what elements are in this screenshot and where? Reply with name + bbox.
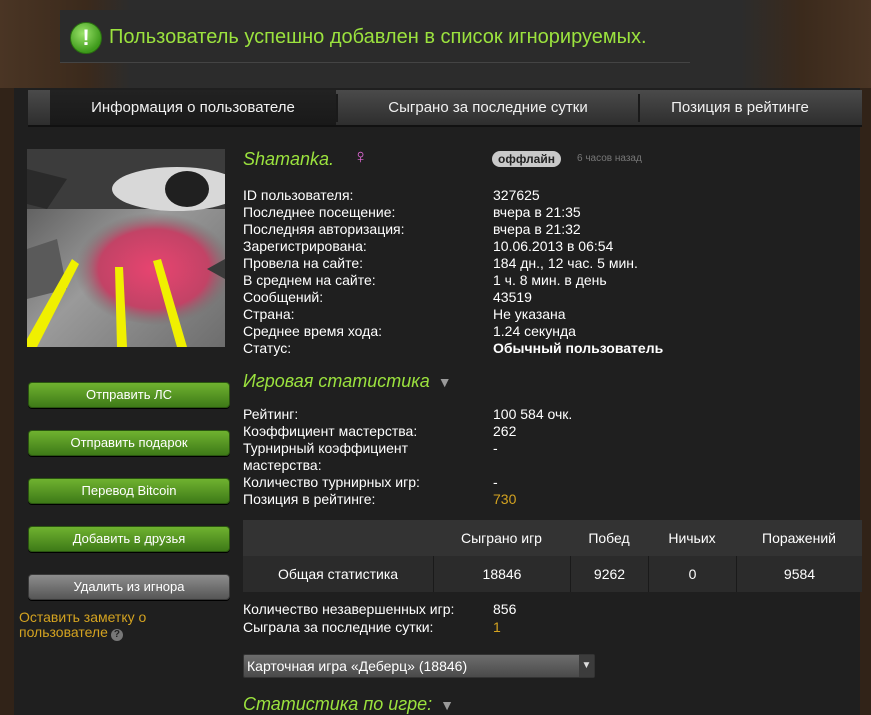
info-row: Зарегистрирована: 10.06.2013 в 06:54: [243, 238, 843, 255]
info-label: Провела на сайте:: [243, 255, 364, 271]
table-cell: 0: [648, 556, 736, 592]
exclamation-icon: !: [70, 22, 102, 54]
send-pm-button[interactable]: Отправить ЛС: [28, 382, 230, 408]
stat-label: Рейтинг:: [243, 406, 299, 422]
add-friend-button[interactable]: Добавить в друзья: [28, 526, 230, 552]
triangle-down-icon: ▼: [440, 697, 455, 713]
per-game-stats-title: Статистика по игре:: [243, 694, 433, 714]
success-notice: ! Пользователь успешно добавлен в список…: [60, 10, 690, 63]
info-label: Последнее посещение:: [243, 204, 396, 220]
info-value: 10.06.2013 в 06:54: [493, 238, 614, 254]
info-value: 1 ч. 8 мин. в день: [493, 272, 607, 288]
rating-position-link[interactable]: 730: [493, 491, 516, 507]
stat-label: Количество турнирных игр:: [243, 474, 420, 490]
game-select-value: Карточная игра «Деберц» (18846): [247, 658, 468, 674]
info-value: Обычный пользователь: [493, 340, 664, 356]
table-header: Сыграно игр Побед Ничьих Поражений: [243, 520, 862, 556]
info-row: Сообщений: 43519: [243, 289, 843, 306]
stat-row: Количество турнирных игр: -: [243, 474, 843, 491]
bitcoin-transfer-button[interactable]: Перевод Bitcoin: [28, 478, 230, 504]
info-value: 327625: [493, 187, 540, 203]
stat-value: 262: [493, 423, 517, 439]
stat-row: Позиция в рейтинге: 730: [243, 491, 843, 508]
per-game-stats-toggle[interactable]: Статистика по игре: ▼: [243, 694, 454, 715]
status-badge: оффлайн: [492, 151, 561, 167]
female-icon: ♀: [353, 146, 368, 168]
avatar: [27, 149, 225, 347]
stat-value: -: [493, 474, 498, 490]
info-row: В среднем на сайте: 1 ч. 8 мин. в день: [243, 272, 843, 289]
profile-tabs: Информация о пользователе Сыграно за пос…: [28, 90, 862, 127]
username: Shamanka.: [243, 149, 335, 169]
profile-panel: Информация о пользователе Сыграно за пос…: [0, 88, 871, 715]
send-gift-button[interactable]: Отправить подарок: [28, 430, 230, 456]
extra-row: Количество незавершенных игр: 856: [243, 601, 843, 618]
stat-label: Коэффициент мастерства:: [243, 423, 418, 439]
game-stats-title: Игровая статистика: [243, 371, 430, 391]
info-row: Статус: Обычный пользователь: [243, 340, 843, 357]
info-label: Статус:: [243, 340, 292, 356]
info-label: ID пользователя:: [243, 187, 354, 203]
extra-label: Сыграла за последние сутки:: [243, 619, 434, 635]
info-value: вчера в 21:32: [493, 221, 581, 237]
stat-row: Рейтинг: 100 584 очк.: [243, 406, 843, 423]
table-row: Общая статистика 18846 9262 0 9584: [243, 556, 862, 592]
table-header-cell: Поражений: [762, 530, 836, 546]
table-cell: 9262: [570, 556, 648, 592]
table-header-cell: Сыграно игр: [461, 530, 542, 546]
info-value: 43519: [493, 289, 532, 305]
info-value: Не указана: [493, 306, 566, 322]
info-label: В среднем на сайте:: [243, 272, 376, 288]
info-row: Среднее время хода: 1.24 секунда: [243, 323, 843, 340]
info-label: Последняя авторизация:: [243, 221, 405, 237]
table-header-cell: Ничьих: [668, 530, 716, 546]
info-row: ID пользователя: 327625: [243, 187, 843, 204]
stat-row: Коэффициент мастерства: 262: [243, 423, 843, 440]
info-row: Последнее посещение: вчера в 21:35: [243, 204, 843, 221]
avatar-image: [27, 149, 225, 347]
info-value: 184 дн., 12 час. 5 мин.: [493, 255, 638, 271]
info-value: вчера в 21:35: [493, 204, 581, 220]
notice-text: Пользователь успешно добавлен в список и…: [109, 26, 647, 48]
info-row: Последняя авторизация: вчера в 21:32: [243, 221, 843, 238]
add-note-label: Оставить заметку о пользователе: [19, 609, 147, 640]
info-label: Зарегистрирована:: [243, 238, 367, 254]
info-label: Сообщений:: [243, 289, 324, 305]
stat-label: Турнирный коэффициент мастерства:: [243, 440, 409, 473]
stat-label: Позиция в рейтинге:: [243, 491, 376, 507]
game-select[interactable]: Карточная игра «Деберц» (18846) ▼: [243, 654, 595, 678]
info-label: Среднее время хода:: [243, 323, 383, 339]
last-day-games-link[interactable]: 1: [493, 619, 501, 635]
extra-row: Сыграла за последние сутки: 1: [243, 619, 843, 636]
extra-label: Количество незавершенных игр:: [243, 601, 455, 617]
stat-value: -: [493, 440, 498, 456]
help-icon[interactable]: ?: [110, 629, 123, 641]
info-row: Провела на сайте: 184 дн., 12 час. 5 мин.: [243, 255, 843, 272]
add-note-link[interactable]: Оставить заметку о пользователе?: [19, 610, 219, 641]
info-label: Страна:: [243, 306, 295, 322]
stat-value: 100 584 очк.: [493, 406, 573, 422]
status-time: 6 часов назад: [577, 153, 642, 164]
info-value: 1.24 секунда: [493, 323, 576, 339]
table-cell: 18846: [433, 556, 570, 592]
tab-last-day[interactable]: Сыграно за последние сутки: [338, 90, 638, 125]
table-cell: Общая статистика: [277, 566, 399, 582]
triangle-down-icon: ▼: [437, 374, 452, 390]
info-row: Страна: Не указана: [243, 306, 843, 323]
table-header-cell: Побед: [588, 530, 630, 546]
remove-ignore-button[interactable]: Удалить из игнора: [28, 574, 230, 600]
chevron-down-icon: ▼: [579, 655, 594, 677]
stats-table: Сыграно игр Побед Ничьих Поражений Общая…: [243, 520, 862, 592]
tab-user-info[interactable]: Информация о пользователе: [50, 90, 336, 125]
extra-value: 856: [493, 601, 517, 617]
stat-row: Турнирный коэффициент мастерства: -: [243, 440, 843, 474]
table-cell: 9584: [736, 556, 862, 592]
game-stats-toggle[interactable]: Игровая статистика ▼: [243, 371, 452, 392]
table-header-cell: [243, 520, 433, 556]
tab-rating-position[interactable]: Позиция в рейтинге: [640, 90, 840, 125]
